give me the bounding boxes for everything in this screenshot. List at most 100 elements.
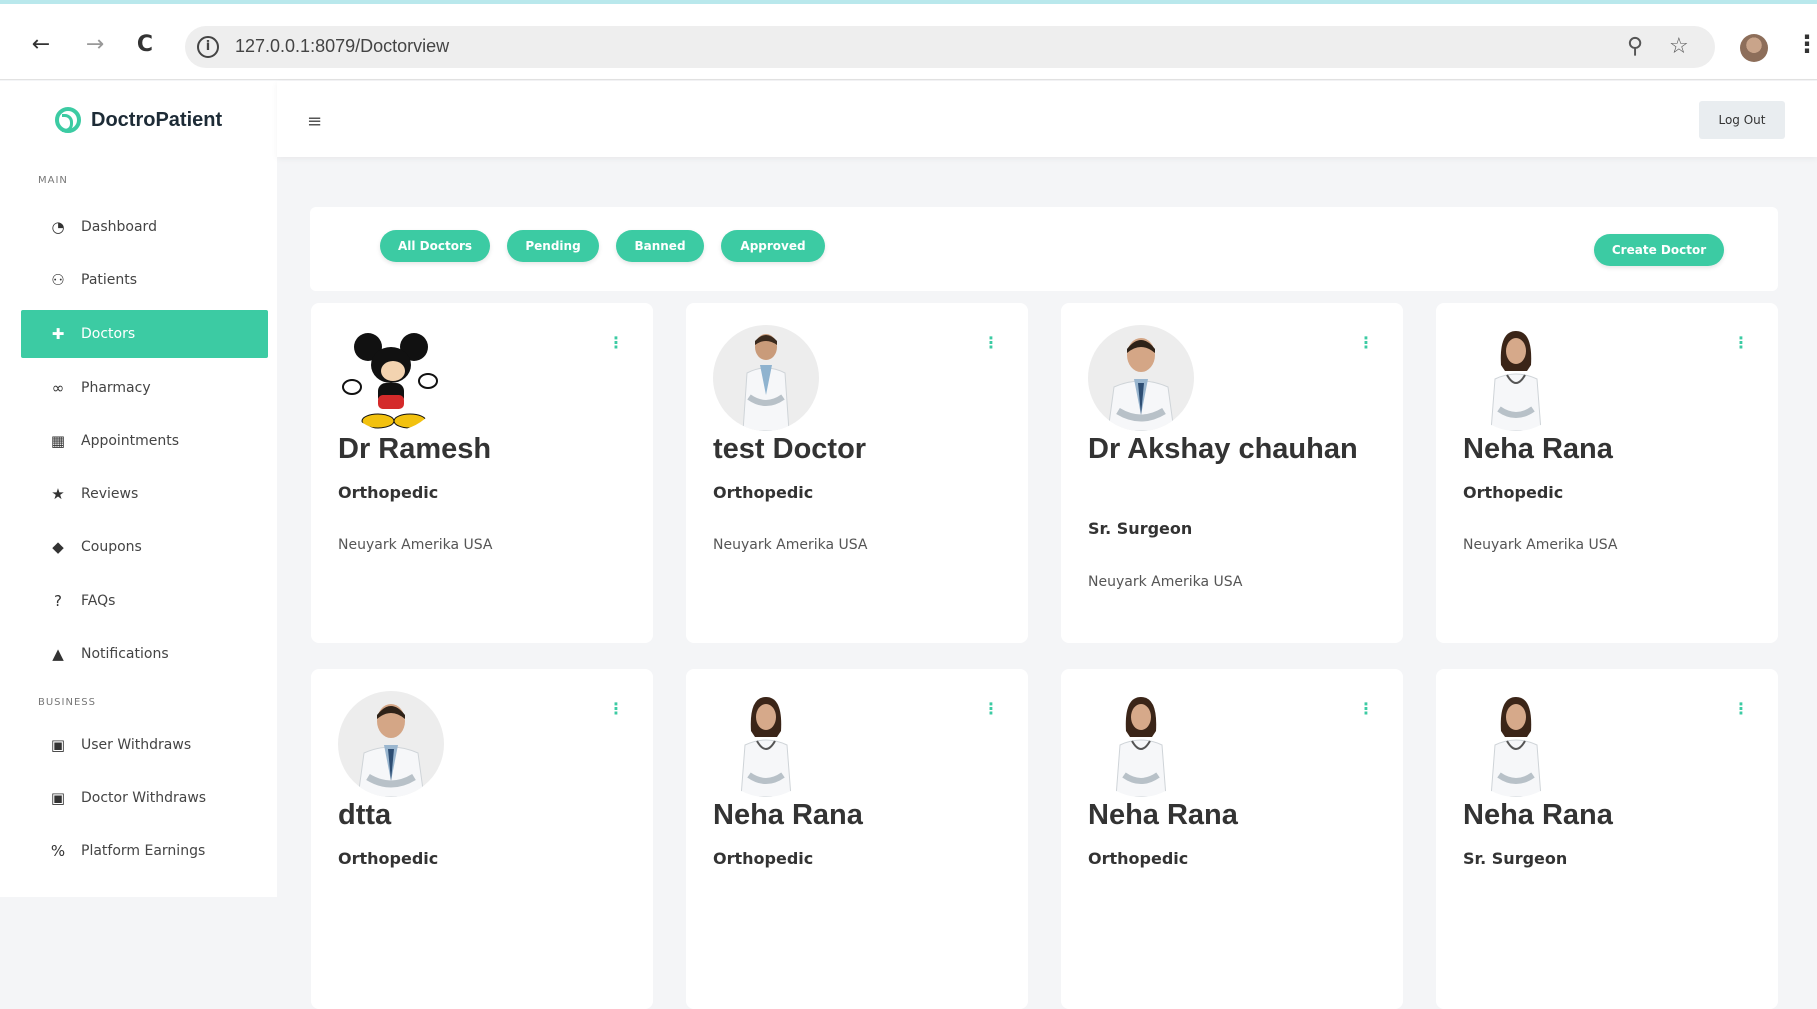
- doctor-card[interactable]: ⋮ Neha Rana Orthopedic Neuyark Amerika U…: [1436, 303, 1778, 643]
- doctor-card[interactable]: ⋮ Neha Rana Orthopedic: [1061, 669, 1403, 1009]
- cartoon-mouse-icon: [342, 333, 438, 429]
- tab-all-doctors[interactable]: All Doctors: [380, 230, 490, 262]
- top-header: ≡ Log Out: [277, 81, 1817, 157]
- doctor-name: Neha Rana: [1463, 433, 1613, 465]
- sidebar-item-label: Doctors: [81, 326, 136, 342]
- address-bar[interactable]: i 127.0.0.1:8079/Doctorview ⚲ ☆: [185, 26, 1715, 68]
- card-menu-icon[interactable]: ⋮: [1733, 333, 1749, 352]
- sidebar-item-label: Appointments: [81, 433, 180, 449]
- brand-logo-icon: [55, 107, 81, 133]
- card-menu-icon[interactable]: ⋮: [1358, 699, 1374, 718]
- doctor-location: Neuyark Amerika USA: [713, 537, 868, 553]
- sidebar-item-pharmacy[interactable]: ∞ Pharmacy: [21, 364, 268, 412]
- tab-pending[interactable]: Pending: [507, 230, 599, 262]
- plus-square-icon: ✚: [51, 325, 65, 343]
- doctor-specialty: Orthopedic: [713, 849, 814, 868]
- sidebar-item-dashboard[interactable]: ◔ Dashboard: [21, 203, 268, 251]
- tab-banned[interactable]: Banned: [616, 230, 704, 262]
- doctor-specialty: Orthopedic: [338, 849, 439, 868]
- sidebar-item-label: FAQs: [81, 593, 116, 609]
- doctor-avatar: [1088, 325, 1194, 431]
- doctor-card[interactable]: ⋮ dtta Orthopedic: [311, 669, 653, 1009]
- percent-icon: %: [50, 842, 66, 860]
- doctor-name: Neha Rana: [713, 799, 863, 831]
- doctor-name: Neha Rana: [1463, 799, 1613, 831]
- sidebar-item-user-withdraws[interactable]: ▣ User Withdraws: [21, 721, 268, 769]
- card-menu-icon[interactable]: ⋮: [983, 699, 999, 718]
- male-doctor-icon: [742, 334, 790, 431]
- sidebar-item-notifications[interactable]: ▲ Notifications: [21, 630, 268, 678]
- section-label-main: MAIN: [38, 175, 68, 186]
- sidebar-item-faqs[interactable]: ? FAQs: [21, 577, 268, 625]
- sidebar-item-patients[interactable]: ⚇ Patients: [21, 256, 268, 304]
- money-icon: ▣: [50, 789, 66, 807]
- browser-menu-icon[interactable]: ⋮: [1795, 30, 1817, 58]
- doctor-name: test Doctor: [713, 433, 867, 465]
- female-doctor-icon: [1490, 331, 1542, 431]
- hamburger-menu-icon[interactable]: ≡: [307, 111, 322, 132]
- doctor-name: Neha Rana: [1088, 799, 1238, 831]
- users-icon: ⚇: [51, 271, 65, 289]
- doctor-card[interactable]: ⋮ test Doctor Orthopedic Neuyark Amerika…: [686, 303, 1028, 643]
- sidebar: DoctroPatient MAIN ◔ Dashboard ⚇ Patient…: [0, 81, 277, 897]
- doctor-specialty: Sr. Surgeon: [1463, 849, 1568, 868]
- doctor-card[interactable]: ⋮ Dr Ramesh Orthopedic Neuyark Amerika U…: [311, 303, 653, 643]
- doctor-location: Neuyark Amerika USA: [1088, 574, 1243, 590]
- zoom-icon[interactable]: ⚲: [1627, 34, 1643, 59]
- tag-icon: ◆: [52, 538, 64, 556]
- female-doctor-icon: [740, 697, 792, 797]
- doctor-specialty: Orthopedic: [1088, 849, 1189, 868]
- logout-button[interactable]: Log Out: [1699, 101, 1785, 139]
- sidebar-item-label: Pharmacy: [81, 380, 151, 396]
- back-arrow-icon[interactable]: ←: [28, 32, 54, 58]
- doctor-specialty: Sr. Surgeon: [1088, 519, 1193, 538]
- profile-avatar[interactable]: [1740, 34, 1768, 62]
- doctor-avatar: [1463, 325, 1569, 431]
- filter-bar: All Doctors Pending Banned Approved Crea…: [310, 207, 1778, 291]
- tab-approved[interactable]: Approved: [721, 230, 825, 262]
- doctor-avatar: [1088, 691, 1194, 797]
- sidebar-item-appointments[interactable]: ▦ Appointments: [21, 417, 268, 465]
- bell-icon: ▲: [52, 645, 64, 663]
- male-doctor-icon: [1107, 338, 1175, 431]
- doctor-location: Neuyark Amerika USA: [1463, 537, 1618, 553]
- binoculars-icon: ∞: [51, 379, 65, 397]
- doctor-name: Dr Ramesh: [338, 433, 492, 465]
- brand-name: DoctroPatient: [91, 108, 223, 131]
- create-doctor-button[interactable]: Create Doctor: [1594, 234, 1724, 266]
- card-menu-icon[interactable]: ⋮: [1358, 333, 1374, 352]
- forward-arrow-icon[interactable]: →: [82, 32, 108, 58]
- sidebar-item-reviews[interactable]: ★ Reviews: [21, 470, 268, 518]
- doctor-card[interactable]: ⋮ Dr Akshay chauhan Sr. Surgeon Neuyark …: [1061, 303, 1403, 643]
- sidebar-item-label: Reviews: [81, 486, 139, 502]
- sidebar-item-label: Platform Earnings: [81, 843, 206, 859]
- sidebar-item-doctor-withdraws[interactable]: ▣ Doctor Withdraws: [21, 774, 268, 822]
- card-menu-icon[interactable]: ⋮: [608, 333, 624, 352]
- calendar-icon: ▦: [50, 432, 66, 450]
- sidebar-item-label: Patients: [81, 272, 138, 288]
- dashboard-icon: ◔: [51, 218, 65, 236]
- sidebar-item-doctors[interactable]: ✚ Doctors: [21, 310, 268, 358]
- reload-icon[interactable]: C: [132, 32, 158, 58]
- doctor-specialty: Orthopedic: [1463, 483, 1564, 502]
- bookmark-star-icon[interactable]: ☆: [1669, 34, 1689, 59]
- card-menu-icon[interactable]: ⋮: [1733, 699, 1749, 718]
- card-menu-icon[interactable]: ⋮: [608, 699, 624, 718]
- sidebar-item-label: User Withdraws: [81, 737, 192, 753]
- doctor-avatar: [713, 691, 819, 797]
- browser-toolbar: ← → C i 127.0.0.1:8079/Doctorview ⚲ ☆ ⋮: [0, 0, 1817, 80]
- url-text[interactable]: 127.0.0.1:8079/Doctorview: [235, 36, 449, 57]
- doctor-avatar: [713, 325, 819, 431]
- female-doctor-icon: [1115, 697, 1167, 797]
- doctor-card[interactable]: ⋮ Neha Rana Sr. Surgeon: [1436, 669, 1778, 1009]
- sidebar-item-label: Dashboard: [81, 219, 157, 235]
- card-menu-icon[interactable]: ⋮: [983, 333, 999, 352]
- doctor-card[interactable]: ⋮ Neha Rana Orthopedic: [686, 669, 1028, 1009]
- brand[interactable]: DoctroPatient: [55, 107, 222, 133]
- sidebar-item-label: Notifications: [81, 646, 169, 662]
- site-info-icon[interactable]: i: [197, 36, 219, 58]
- question-icon: ?: [54, 592, 62, 610]
- sidebar-item-coupons[interactable]: ◆ Coupons: [21, 523, 268, 571]
- sidebar-item-label: Coupons: [81, 539, 142, 555]
- sidebar-item-platform-earnings[interactable]: % Platform Earnings: [21, 827, 268, 875]
